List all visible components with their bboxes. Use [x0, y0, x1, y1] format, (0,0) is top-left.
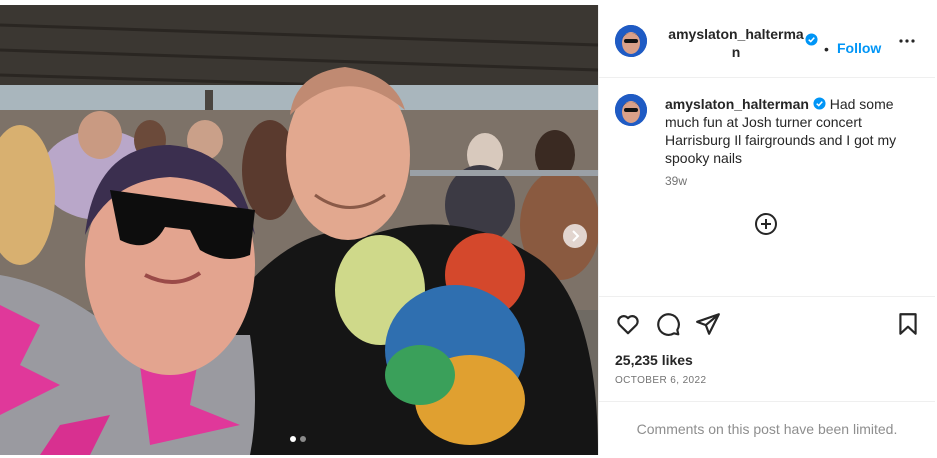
comments-limited-notice: Comments on this post have been limited. — [599, 401, 935, 456]
caption-area: amyslaton_halterman Had some much fun at… — [599, 78, 935, 297]
instagram-post-modal: amyslaton_halterman • Follow amyslaton_h… — [0, 0, 937, 458]
verified-badge-icon — [805, 33, 818, 46]
chevron-right-icon — [572, 230, 580, 242]
verified-badge-icon — [813, 97, 826, 110]
comment-bubble-icon[interactable] — [655, 311, 681, 337]
carousel-dot — [300, 436, 306, 442]
likes-count[interactable]: 25,235 likes — [615, 352, 693, 368]
post-header: amyslaton_halterman • Follow — [599, 5, 935, 78]
avatar-image — [615, 25, 647, 57]
avatar-image — [615, 94, 647, 126]
plus-circle-icon[interactable] — [754, 212, 778, 236]
post-time-ago[interactable]: 39w — [665, 174, 687, 188]
caption-username[interactable]: amyslaton_halterman — [665, 96, 809, 112]
post-date: OCTOBER 6, 2022 — [615, 375, 707, 386]
post-caption: amyslaton_halterman Had some much fun at… — [665, 95, 915, 167]
caption-avatar[interactable] — [615, 94, 647, 126]
post-actions: 25,235 likes OCTOBER 6, 2022 — [599, 297, 935, 401]
selfie-photo-image — [0, 5, 598, 455]
avatar[interactable] — [615, 25, 647, 57]
bookmark-icon[interactable] — [895, 311, 921, 337]
post-photo[interactable] — [0, 5, 598, 455]
post-side-panel: amyslaton_halterman • Follow amyslaton_h… — [598, 5, 935, 455]
more-options-icon[interactable] — [895, 29, 919, 53]
separator-dot: • — [824, 41, 829, 57]
heart-icon[interactable] — [615, 311, 641, 337]
carousel-indicator — [290, 436, 306, 442]
follow-button[interactable]: Follow — [837, 40, 881, 56]
carousel-next-button[interactable] — [563, 224, 587, 248]
paper-plane-icon[interactable] — [695, 311, 721, 337]
header-username[interactable]: amyslaton_halterman — [665, 25, 807, 61]
carousel-dot-active — [290, 436, 296, 442]
